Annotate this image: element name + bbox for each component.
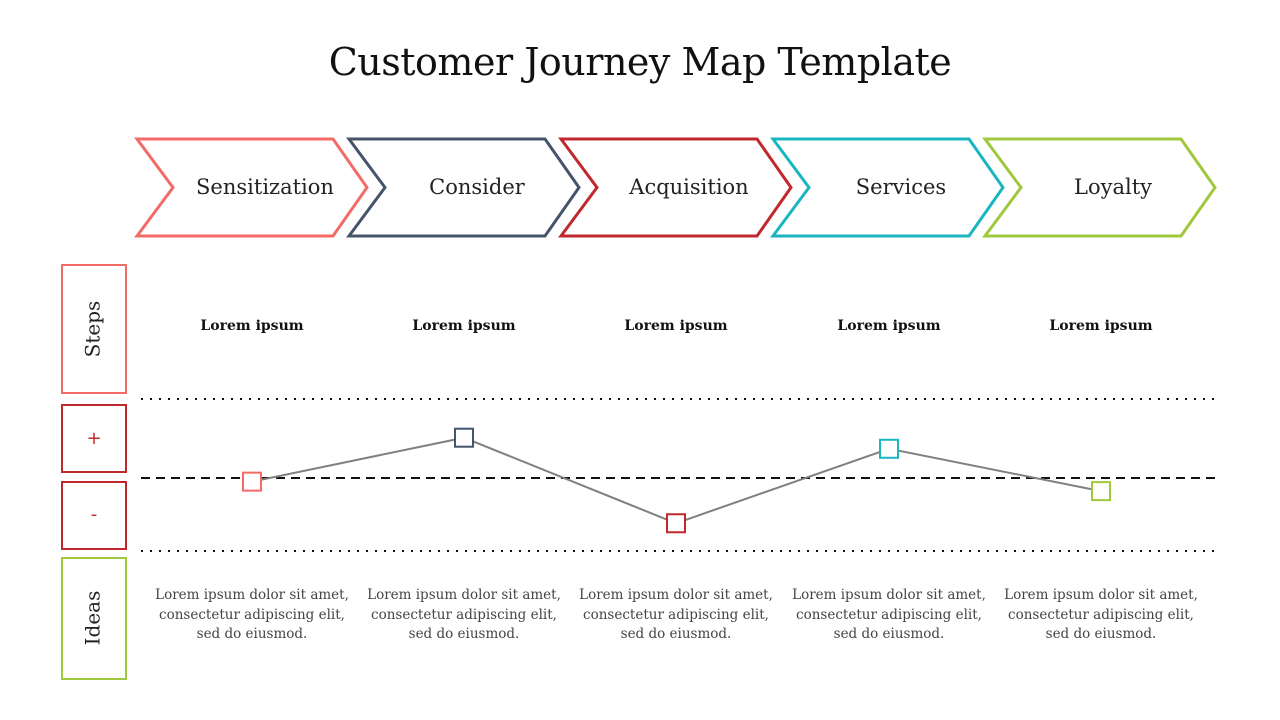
stage-chevron-services: Services [770, 137, 1005, 238]
row-label-plus: + [86, 428, 101, 449]
row-box-steps: Steps [61, 264, 127, 394]
row-box-plus: + [61, 404, 127, 473]
sentiment-marker-acquisition [666, 513, 686, 534]
stage-chevron-loyalty: Loyalty [982, 137, 1217, 238]
stage-label: Acquisition [628, 175, 748, 199]
idea-text: Lorem ipsum dolor sit amet, consectetur … [792, 587, 986, 642]
step-label: Lorem ipsum [837, 318, 940, 334]
step-labels: Lorem ipsum Lorem ipsum Lorem ipsum Lorem i… [200, 318, 1152, 334]
step-label: Lorem ipsum [624, 318, 727, 334]
sentiment-line-chart [242, 427, 1111, 534]
row-label-minus: - [91, 504, 98, 525]
step-label: Lorem ipsum [412, 318, 515, 334]
row-label-steps: Steps [81, 301, 105, 358]
stage-chevrons: Sensitization Consider Acquisition Services… [134, 137, 1217, 238]
idea-text: Lorem ipsum dolor sit amet, consectetur … [367, 587, 561, 642]
row-box-ideas: Ideas [61, 557, 127, 680]
sentiment-marker-services [879, 438, 899, 459]
sentiment-line [251, 436, 1102, 525]
idea-text: Lorem ipsum dolor sit amet, consectetur … [1004, 587, 1198, 642]
row-box-minus: - [61, 481, 127, 550]
sentiment-marker-consider [454, 427, 474, 448]
sentiment-marker-sensitization [242, 471, 262, 492]
sentiment-marker-loyalty [1091, 481, 1111, 502]
step-label: Lorem ipsum [200, 318, 303, 334]
idea-text: Lorem ipsum dolor sit amet, consectetur … [155, 587, 349, 642]
stage-label: Loyalty [1074, 175, 1152, 199]
step-label: Lorem ipsum [1049, 318, 1152, 334]
stage-label: Sensitization [196, 175, 334, 199]
stage-label: Services [856, 175, 946, 199]
stage-chevron-consider: Consider [346, 137, 581, 238]
row-label-ideas: Ideas [81, 591, 105, 646]
stage-label: Consider [429, 175, 526, 199]
stage-chevron-acquisition: Acquisition [558, 137, 793, 238]
stage-chevron-sensitization: Sensitization [134, 137, 369, 238]
idea-text: Lorem ipsum dolor sit amet, consectetur … [579, 587, 773, 642]
